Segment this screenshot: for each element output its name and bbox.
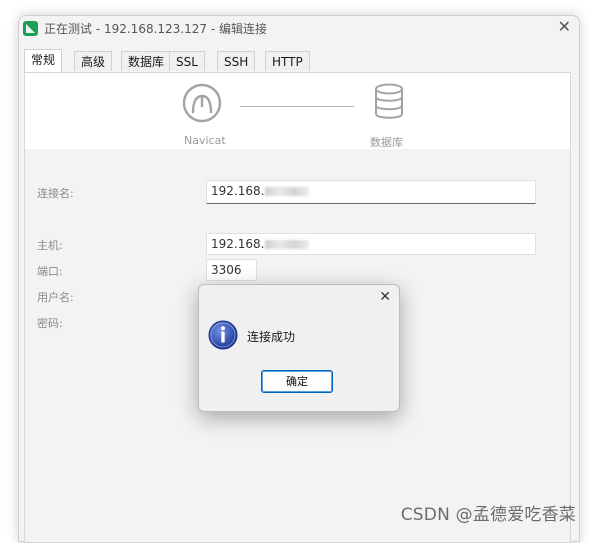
title-bar: 正在测试 - 192.168.123.127 - 编辑连接 ✕ [19, 16, 579, 46]
connection-name-field[interactable]: 192.168. [206, 180, 536, 204]
redacted-text [265, 240, 310, 249]
host-label: 主机: [37, 239, 63, 252]
connection-name-value: 192.168. [211, 184, 265, 198]
connection-line [240, 106, 354, 107]
dialog-close-icon[interactable]: ✕ [379, 289, 391, 305]
database-label: 数据库 [370, 136, 403, 149]
port-field[interactable]: 3306 [206, 259, 257, 281]
window-title: 正在测试 - 192.168.123.127 - 编辑连接 [44, 22, 267, 36]
host-value: 192.168. [211, 237, 265, 251]
edit-connection-window: 正在测试 - 192.168.123.127 - 编辑连接 ✕ 常规 高级 数据… [18, 15, 580, 543]
navicat-label: Navicat [184, 134, 226, 147]
connection-name-label: 连接名: [37, 187, 74, 200]
tab-advanced[interactable]: 高级 [74, 51, 113, 71]
password-label: 密码: [37, 317, 63, 330]
info-icon [208, 320, 238, 350]
database-icon [375, 83, 403, 119]
tab-http[interactable]: HTTP [265, 51, 310, 71]
tab-ssl[interactable]: SSL [169, 51, 205, 71]
dialog-message: 连接成功 [247, 330, 296, 344]
username-label: 用户名: [37, 291, 74, 304]
navicat-app-icon [23, 21, 38, 36]
tab-general[interactable]: 常规 [24, 49, 63, 72]
port-label: 端口: [37, 265, 63, 278]
window-close-icon[interactable]: ✕ [558, 19, 571, 35]
watermark: CSDN @孟德爱吃香菜 [400, 505, 576, 525]
connection-banner: Navicat 数据库 [25, 73, 570, 149]
tab-database[interactable]: 数据库 [121, 51, 172, 71]
redacted-text [265, 187, 310, 196]
ok-button[interactable]: 确定 [261, 370, 333, 393]
host-field[interactable]: 192.168. [206, 233, 536, 255]
tab-ssh[interactable]: SSH [217, 51, 256, 71]
navicat-logo-icon [182, 83, 222, 123]
success-dialog: ✕ 连接成功 确定 [198, 284, 400, 412]
